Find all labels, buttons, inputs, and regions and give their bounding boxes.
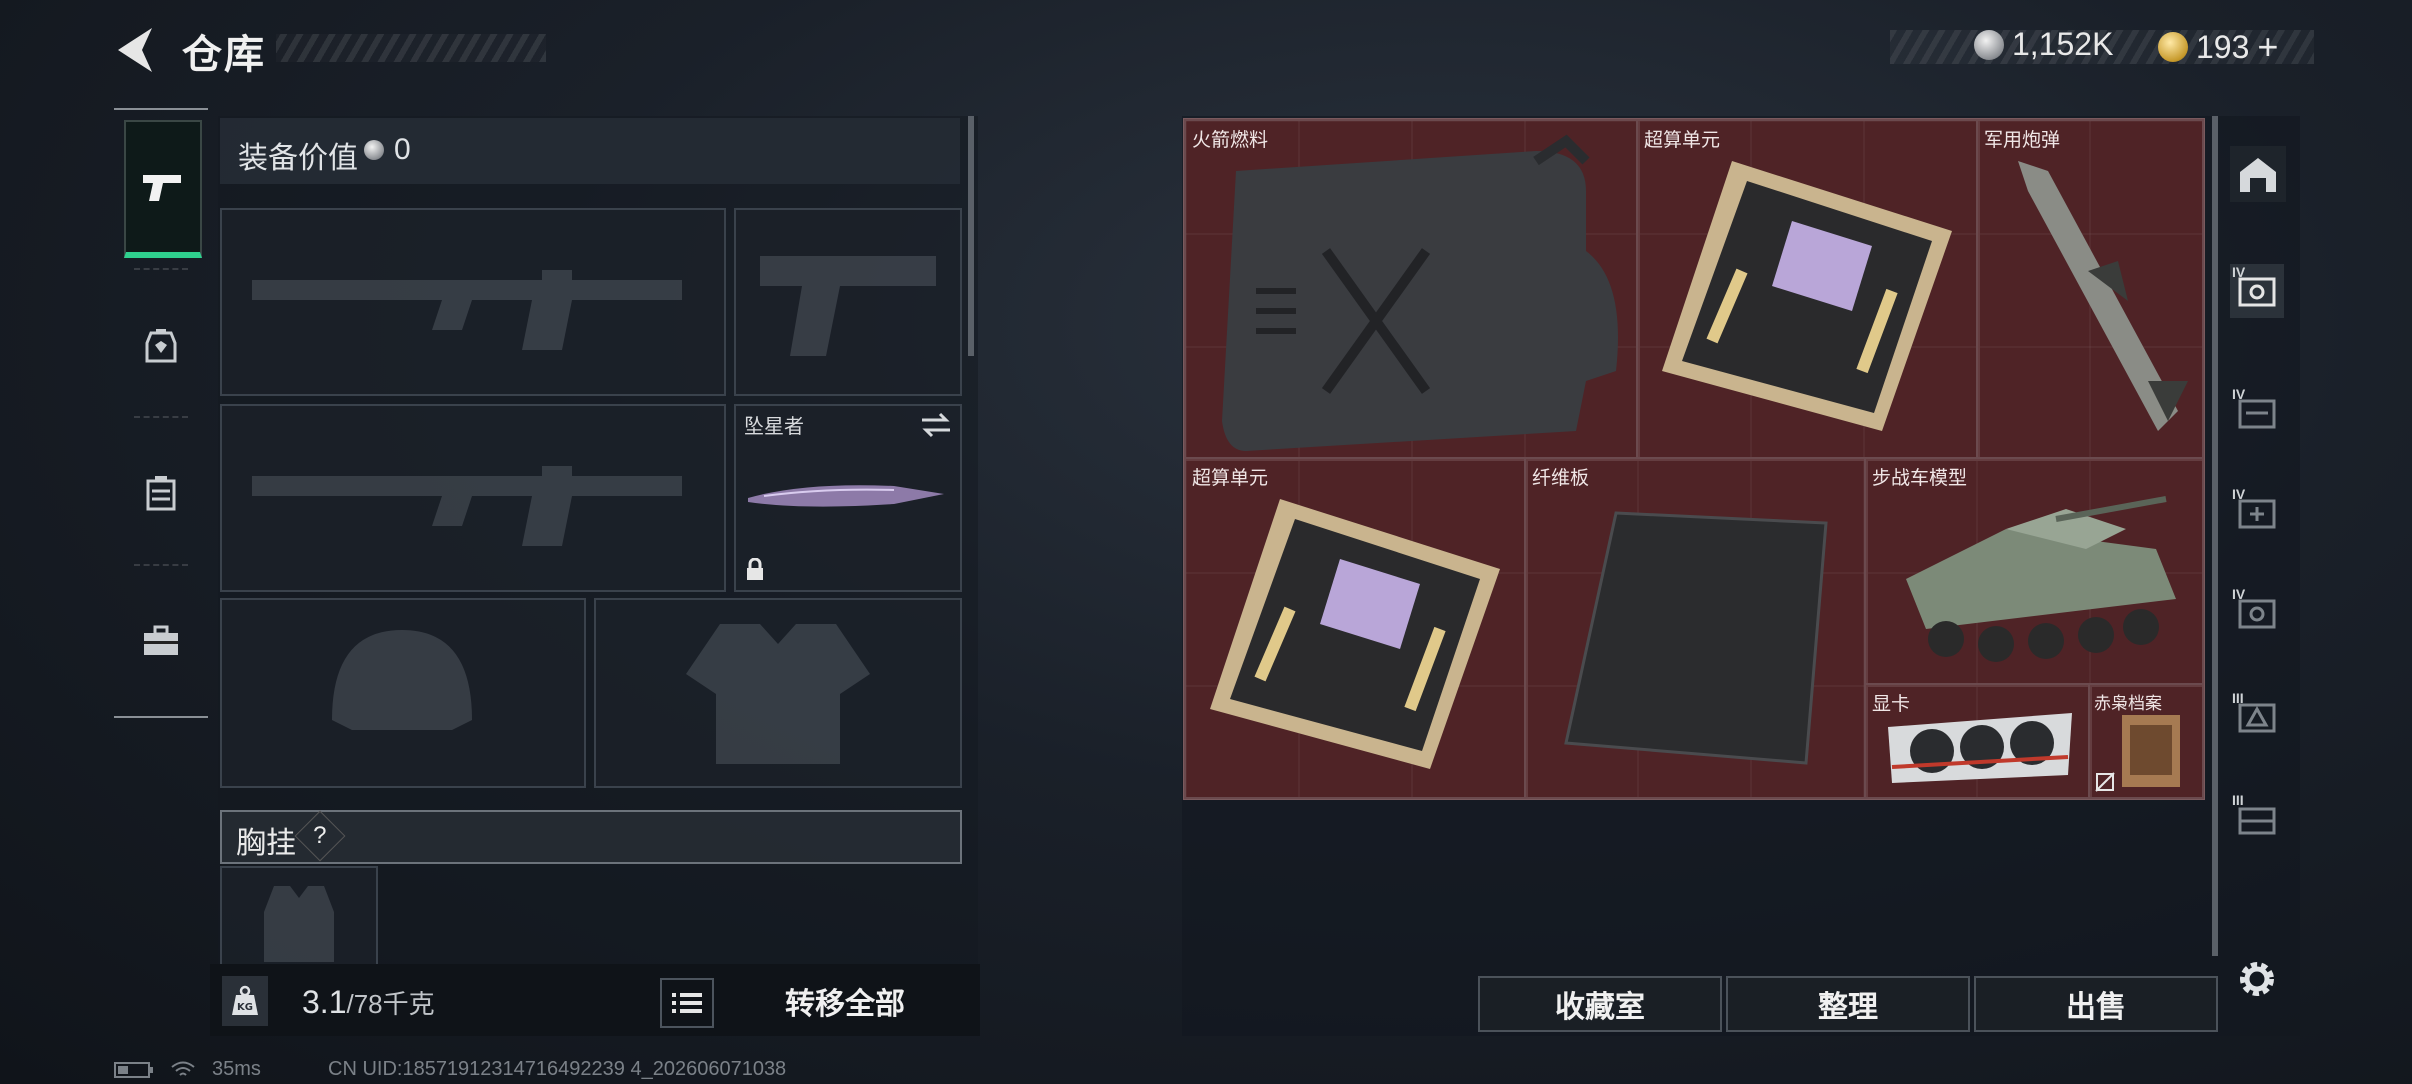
case-icon bbox=[146, 476, 176, 511]
tab-container-3[interactable]: IV bbox=[2230, 486, 2284, 540]
page-title: 仓库 bbox=[182, 33, 266, 77]
settings-button[interactable] bbox=[2230, 952, 2284, 1006]
collection-room-button[interactable]: 收藏室 bbox=[1478, 976, 1722, 1032]
battery-icon bbox=[114, 1061, 153, 1078]
armor-slot[interactable] bbox=[594, 598, 962, 788]
item-name: 超算单元 bbox=[1644, 130, 1721, 151]
carbon-panel-item-icon bbox=[1564, 511, 1828, 765]
warehouse-icon bbox=[2240, 158, 2276, 192]
armored-vehicle-item-icon bbox=[1906, 496, 2176, 662]
back-arrow-icon[interactable] bbox=[112, 24, 156, 76]
weight-icon: KG bbox=[222, 976, 268, 1026]
item-name: 纤维板 bbox=[1532, 468, 1590, 489]
storage-scrollbar[interactable] bbox=[2212, 116, 2218, 956]
chest-rig-slot[interactable] bbox=[220, 866, 378, 968]
silver-amount: 1,152K bbox=[2012, 26, 2114, 62]
equipment-scrollbar[interactable] bbox=[968, 116, 974, 356]
gear-icon bbox=[2240, 962, 2274, 996]
category-tabs bbox=[114, 108, 208, 718]
list-view-button[interactable] bbox=[660, 978, 714, 1028]
sidearm-slot[interactable] bbox=[734, 208, 962, 396]
swap-icon[interactable] bbox=[920, 412, 952, 438]
chest-rig-label: 胸挂 bbox=[236, 827, 296, 860]
helmet-silhouette-icon bbox=[332, 630, 472, 730]
weight-readout: 3.1/78千克 bbox=[302, 984, 435, 1021]
add-currency-button[interactable]: + bbox=[2257, 26, 2278, 68]
rifle-silhouette-icon bbox=[252, 270, 682, 350]
organize-button[interactable]: 整理 bbox=[1726, 976, 1970, 1032]
wifi-icon bbox=[171, 1061, 195, 1076]
user-uid: CN UID:18571912314716492239 4_2026060710… bbox=[328, 1058, 787, 1080]
gpu-item-icon bbox=[1888, 713, 2072, 783]
vest-silhouette-icon bbox=[264, 886, 334, 962]
circuit-board-item-icon bbox=[1662, 161, 1952, 431]
status-bar: 35ms bbox=[114, 1058, 261, 1081]
backpack-icon bbox=[145, 329, 177, 363]
primary-weapon-slot[interactable] bbox=[220, 208, 726, 396]
storage-item-compute-unit[interactable]: 超算单元 bbox=[1636, 119, 1980, 461]
tab-weapons[interactable] bbox=[124, 120, 202, 258]
melee-item-name: 坠星者 bbox=[744, 416, 804, 438]
melee-slot[interactable]: 坠星者 bbox=[734, 404, 962, 592]
storage-item-rocket-fuel[interactable]: 火箭燃料 bbox=[1184, 119, 1640, 461]
tab-container-6[interactable]: III bbox=[2230, 792, 2284, 846]
armor-silhouette-icon bbox=[686, 624, 870, 764]
item-name: 超算单元 bbox=[1192, 468, 1269, 489]
silver-currency[interactable]: 1,152K bbox=[1974, 26, 2113, 63]
item-name: 步战车模型 bbox=[1872, 468, 1968, 489]
tab-main-storage[interactable] bbox=[2230, 146, 2286, 202]
missile-item-icon bbox=[2018, 161, 2188, 431]
document-item-icon bbox=[2122, 715, 2180, 787]
no-transfer-icon bbox=[2095, 772, 2115, 792]
storage-item-red-owl-file[interactable]: 赤枭档案 bbox=[2088, 683, 2204, 799]
secondary-weapon-slot[interactable] bbox=[220, 404, 726, 592]
gold-currency[interactable]: 193 + bbox=[2158, 26, 2278, 68]
circuit-board-item-icon bbox=[1210, 499, 1500, 769]
title-decoration bbox=[276, 34, 546, 62]
weight-max: /78千克 bbox=[346, 989, 435, 1019]
item-name: 军用炮弹 bbox=[1984, 130, 2061, 151]
equipment-value: 0 bbox=[394, 133, 411, 166]
knife-item-icon bbox=[748, 485, 944, 507]
weight-current: 3.1 bbox=[302, 984, 347, 1020]
lock-icon bbox=[747, 558, 763, 580]
tab-container-2[interactable]: IV bbox=[2230, 386, 2284, 440]
tab-toolbox[interactable] bbox=[124, 576, 198, 706]
storage-item-fiber-board[interactable]: 纤维板 bbox=[1524, 457, 1868, 799]
gold-coin-icon bbox=[2158, 32, 2188, 62]
tab-container-5[interactable]: III bbox=[2230, 690, 2284, 744]
equipment-value-label: 装备价值 bbox=[238, 142, 358, 175]
toolbox-icon bbox=[144, 625, 178, 655]
rifle-silhouette-icon bbox=[252, 466, 682, 546]
tab-container-1[interactable]: IV bbox=[2230, 264, 2284, 318]
storage-item-compute-unit[interactable]: 超算单元 bbox=[1184, 457, 1528, 799]
jerrycan-item-icon bbox=[1222, 134, 1618, 451]
gold-amount: 193 bbox=[2196, 28, 2250, 65]
storage-item-graphics-card[interactable]: 显卡 bbox=[1864, 683, 2092, 799]
sell-button[interactable]: 出售 bbox=[1974, 976, 2218, 1032]
tab-equipment[interactable] bbox=[124, 280, 198, 410]
pistol-silhouette-icon bbox=[760, 256, 936, 356]
tab-container-4[interactable]: IV bbox=[2230, 586, 2284, 640]
silver-coin-icon bbox=[364, 140, 384, 160]
helmet-slot[interactable] bbox=[220, 598, 586, 788]
storage-item-military-shell[interactable]: 军用炮弹 bbox=[1976, 119, 2204, 461]
ping-readout: 35ms bbox=[212, 1058, 261, 1080]
tab-containers[interactable] bbox=[124, 428, 198, 558]
storage-item-ifv-model[interactable]: 步战车模型 bbox=[1864, 457, 2204, 687]
silver-coin-icon bbox=[1974, 29, 2004, 60]
list-icon bbox=[672, 993, 702, 1013]
pistol-icon bbox=[143, 175, 181, 201]
svg-text:KG: KG bbox=[237, 1002, 253, 1013]
transfer-all-button[interactable]: 转移全部 bbox=[720, 976, 970, 1026]
container-tabs: IV IV IV IV III III bbox=[2222, 116, 2292, 1016]
